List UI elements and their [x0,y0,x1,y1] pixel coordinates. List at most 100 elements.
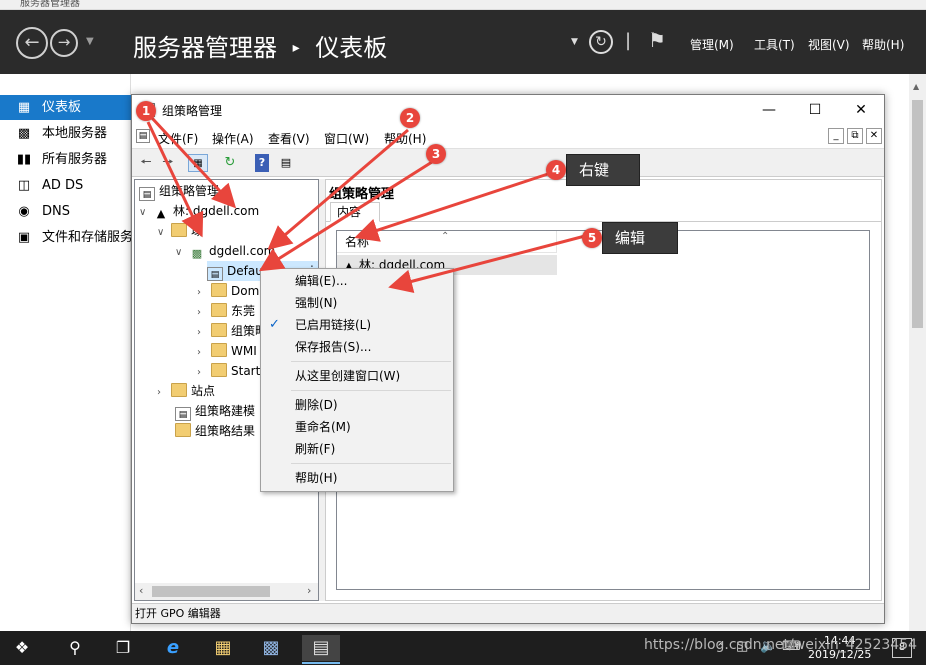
menu-item-enforce[interactable]: 强制(N) [261,292,453,314]
scroll-up-icon[interactable]: ▲ [913,82,919,91]
menu-item-link-enabled[interactable]: ✓ 已启用链接(L) [261,314,453,336]
refresh-icon[interactable]: ↻ [220,154,240,172]
sidebar-item-label: AD DS [42,178,84,193]
menu-view[interactable]: 视图(V) [808,36,850,53]
vertical-scrollbar[interactable]: ▲ [909,74,926,634]
dns-icon: ◉ [18,204,30,219]
menu-item-refresh[interactable]: 刷新(F) [261,438,453,460]
sidebar-item-storage[interactable]: ▣ 文件和存储服务 [0,225,131,250]
scroll-right-icon[interactable]: › [307,584,311,597]
menu-help[interactable]: 帮助(H) [384,130,426,147]
server-manager-taskbar-icon[interactable]: ▩ [258,635,284,661]
scroll-left-icon[interactable]: ‹ [139,584,143,597]
sidebar-item-label: 仪表板 [42,100,82,115]
notification-flag-icon[interactable]: ⚑ [648,28,666,52]
gpmc-titlebar[interactable]: ▦ 组策略管理 — ☐ ✕ [132,95,884,125]
menu-separator [291,463,451,464]
menu-item-edit[interactable]: 编辑(E)... [261,270,453,292]
gpmc-menubar: ▤ 文件(F) 操作(A) 查看(V) 窗口(W) 帮助(H) _ ⧉ ✕ [132,125,884,149]
menu-item-rename[interactable]: 重命名(M) [261,416,453,438]
mdi-minimize-icon[interactable]: _ [828,128,844,144]
breadcrumb: 服务器管理器 ▸ 仪表板 [133,28,387,63]
show-tree-icon[interactable]: ▦ [188,154,208,172]
ou-folder-icon [211,303,227,317]
sidebar-item-local-server[interactable]: ▩ 本地服务器 [0,121,131,146]
forward-button[interactable]: → [50,29,78,57]
watermark: https://blog.csdn.net/weixin_42523454 [644,637,918,653]
tree-node-sites[interactable]: › 站点 [157,381,215,401]
properties-icon[interactable]: ▤ [276,154,296,172]
column-header-name[interactable]: 名称 ⌃ [337,231,557,253]
menu-action[interactable]: 操作(A) [212,130,254,147]
history-dropdown-icon[interactable]: ▼ [86,36,94,47]
internet-explorer-icon[interactable]: e [160,635,186,661]
expand-chevron-icon[interactable]: › [197,363,211,383]
folder-icon [211,363,227,377]
tree-node-domain[interactable]: ∨ ▩ dgdell.com [175,241,275,261]
tab-contents[interactable]: 内容 [330,202,380,222]
sidebar-item-adds[interactable]: ◫ AD DS [0,173,131,198]
expand-chevron-icon[interactable]: › [197,323,211,343]
scroll-thumb[interactable] [912,100,923,328]
back-arrow-icon[interactable]: 🠔 [136,154,156,172]
expand-chevron-icon[interactable]: › [197,283,211,303]
expand-chevron-icon[interactable]: › [197,343,211,363]
sidebar-item-dns[interactable]: ◉ DNS [0,199,131,224]
forward-arrow-icon[interactable]: 🠖 [158,154,178,172]
tree-node-modeling[interactable]: ▤ 组策略建模 [175,401,255,421]
folder-icon [211,343,227,357]
sort-ascending-icon: ⌃ [441,231,450,242]
sidebar-item-label: DNS [42,204,70,219]
help-icon[interactable]: ? [255,154,269,172]
tree-node-domains[interactable]: ∨ 域 [157,221,203,241]
refresh-icon[interactable]: ↻ [589,30,613,54]
scroll-thumb[interactable] [152,586,270,597]
close-button[interactable]: ✕ [838,95,884,125]
gpmc-taskbar-icon[interactable]: ▤ [302,635,340,661]
tree-node-forest[interactable]: ∨ ▲ 林: dgdell.com [139,201,259,221]
document-icon[interactable]: ▤ [136,129,150,143]
minimize-button[interactable]: — [746,95,792,125]
gpo-link-icon: ▤ [207,267,223,281]
search-icon[interactable]: ⚲ [62,635,88,661]
breadcrumb-chevron-icon: ▸ [292,40,300,56]
menu-item-delete[interactable]: 删除(D) [261,394,453,416]
menu-item-new-window[interactable]: 从这里创建窗口(W) [261,365,453,387]
menu-item-save-report[interactable]: 保存报告(S)... [261,336,453,358]
menu-item-help[interactable]: 帮助(H) [261,467,453,489]
file-explorer-icon[interactable]: ▦ [210,635,236,661]
menu-window[interactable]: 窗口(W) [324,130,369,147]
breadcrumb-root[interactable]: 服务器管理器 [133,28,277,63]
annotation-note-edit: 编辑 [602,222,678,254]
dropdown-icon[interactable]: ▼ [571,37,578,47]
expand-chevron-icon[interactable]: ∨ [157,223,171,243]
annotation-badge-2: 2 [400,108,420,128]
menu-file[interactable]: 文件(F) [158,130,198,147]
tree-horizontal-scrollbar[interactable]: ‹ › [135,583,318,600]
expand-chevron-icon[interactable]: › [197,303,211,323]
mdi-restore-icon[interactable]: ⧉ [847,128,863,144]
tree-node-gpm-root[interactable]: ▤ 组策略管理 [139,181,219,201]
start-windows-icon[interactable]: ❖ [9,635,35,661]
forest-icon: ▲ [156,207,166,220]
mdi-close-icon[interactable]: ✕ [866,128,882,144]
expand-chevron-icon[interactable]: › [157,383,171,403]
breadcrumb-current: 仪表板 [315,34,388,62]
tree-node-results[interactable]: 组策略结果 [175,421,255,441]
menu-manage[interactable]: 管理(M) [690,36,734,53]
adds-icon: ◫ [17,178,31,193]
sidebar-item-all-servers[interactable]: ▮▮ 所有服务器 [0,147,131,172]
expand-chevron-icon[interactable]: ∨ [139,203,153,223]
menu-view[interactable]: 查看(V) [268,130,310,147]
tree-node-dongguan[interactable]: › 东莞 [197,301,255,321]
menu-help[interactable]: 帮助(H) [862,36,904,53]
sidebar-item-dashboard[interactable]: ▦ 仪表板 [0,95,131,120]
divider: | [625,30,632,51]
menu-tools[interactable]: 工具(T) [754,36,795,53]
task-view-icon[interactable]: ❐ [110,635,136,661]
maximize-button[interactable]: ☐ [792,95,838,125]
annotation-note-right-click: 右键 [566,154,640,186]
back-button[interactable]: ← [16,27,48,59]
annotation-badge-3: 3 [426,144,446,164]
expand-chevron-icon[interactable]: ∨ [175,243,189,263]
